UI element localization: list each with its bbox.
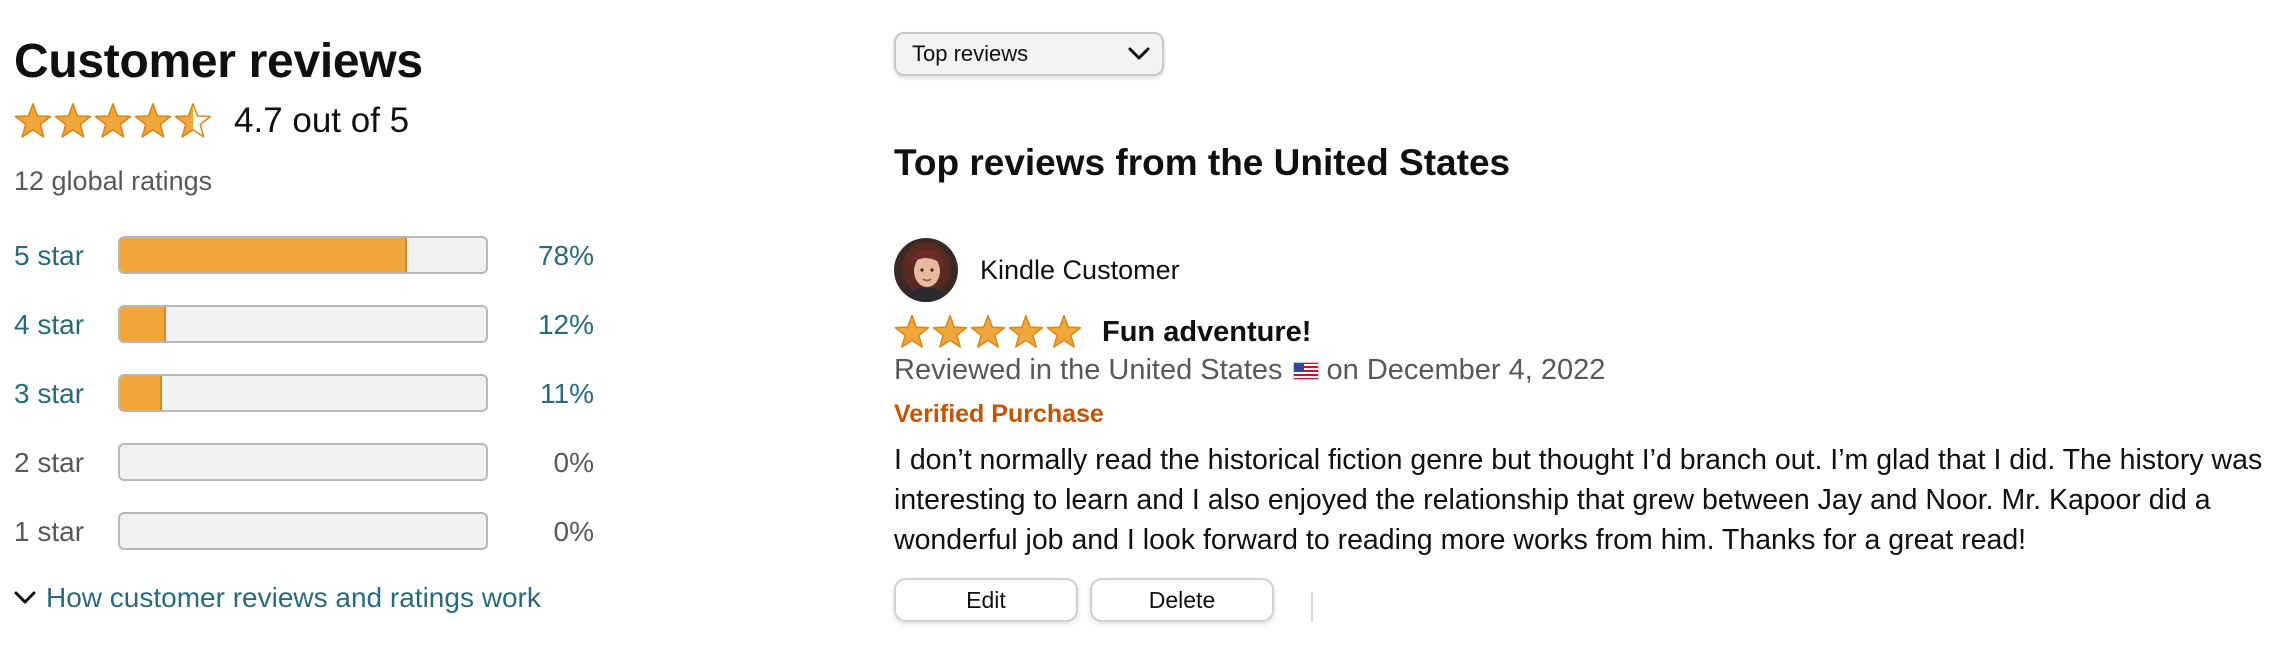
edit-button[interactable]: Edit [894, 578, 1078, 622]
histogram-bar [118, 512, 488, 550]
review-title[interactable]: Fun adventure! [1102, 316, 1311, 349]
chevron-down-icon [1128, 47, 1150, 60]
histogram-bar-fill [120, 238, 408, 272]
histogram-percent: 0% [553, 516, 594, 547]
star-icon [54, 103, 92, 138]
star-icon [94, 103, 132, 138]
histogram-percent: 0% [553, 447, 594, 478]
histogram-bar-fill [120, 376, 163, 410]
sort-reviews-dropdown[interactable]: Top reviews [894, 32, 1164, 76]
review-location-date: Reviewed in the United States on Decembe… [894, 354, 1605, 387]
customer-reviews-heading: Customer reviews [14, 35, 423, 88]
average-rating-stars [14, 102, 214, 140]
chevron-down-icon [14, 591, 36, 604]
how-reviews-work-label[interactable]: How customer reviews and ratings work [46, 582, 541, 614]
verified-purchase-badge[interactable]: Verified Purchase [894, 400, 1104, 429]
star-icon [134, 103, 172, 138]
histogram-label[interactable]: 3 star [14, 378, 84, 410]
star-icon [1008, 315, 1044, 348]
star-icon [14, 103, 52, 138]
histogram-row-2-star: 2 star 0% [14, 443, 594, 483]
reviewer-profile[interactable]: Kindle Customer [894, 236, 1180, 304]
histogram-label[interactable]: 5 star [14, 240, 84, 272]
sort-selected-value: Top reviews [912, 41, 1029, 66]
us-flag-icon [1292, 361, 1319, 380]
review-header: Fun adventure! [894, 312, 1311, 352]
histogram-bar [118, 443, 488, 481]
star-icon [970, 315, 1006, 348]
star-icon [894, 315, 930, 348]
histogram-bar[interactable] [118, 305, 488, 343]
review-body: I don’t normally read the historical fic… [894, 444, 2263, 556]
divider [1311, 592, 1313, 622]
star-icon [1046, 315, 1082, 348]
histogram-row-1-star: 1 star 0% [14, 512, 594, 552]
review-date: on December 4, 2022 [1326, 354, 1606, 386]
histogram-percent[interactable]: 11% [494, 378, 594, 410]
histogram-bar[interactable] [118, 236, 488, 274]
histogram-bar[interactable] [118, 374, 488, 412]
how-reviews-work-link[interactable]: How customer reviews and ratings work [14, 582, 541, 614]
average-rating-text: 4.7 out of 5 [234, 101, 410, 140]
avatar[interactable] [894, 238, 958, 302]
histogram-bar-fill [120, 307, 166, 341]
delete-button[interactable]: Delete [1090, 578, 1274, 622]
histogram-percent[interactable]: 78% [494, 240, 594, 272]
histogram-row-5-star[interactable]: 5 star 78% [14, 236, 594, 276]
reviewer-name[interactable]: Kindle Customer [980, 255, 1180, 286]
histogram-percent[interactable]: 12% [494, 309, 594, 341]
review-rating-stars[interactable] [894, 314, 1084, 350]
global-ratings-count: 12 global ratings [14, 166, 213, 196]
top-reviews-heading: Top reviews from the United States [894, 142, 1511, 183]
average-rating: 4.7 out of 5 [14, 98, 409, 144]
histogram-row-4-star[interactable]: 4 star 12% [14, 305, 594, 345]
histogram-row-3-star[interactable]: 3 star 11% [14, 374, 594, 414]
histogram-label[interactable]: 4 star [14, 309, 84, 341]
star-icon [174, 103, 212, 138]
reviewed-in-text: Reviewed in the United States [894, 354, 1283, 386]
histogram-label: 2 star [14, 447, 85, 478]
star-icon [932, 315, 968, 348]
histogram-label: 1 star [14, 516, 85, 547]
